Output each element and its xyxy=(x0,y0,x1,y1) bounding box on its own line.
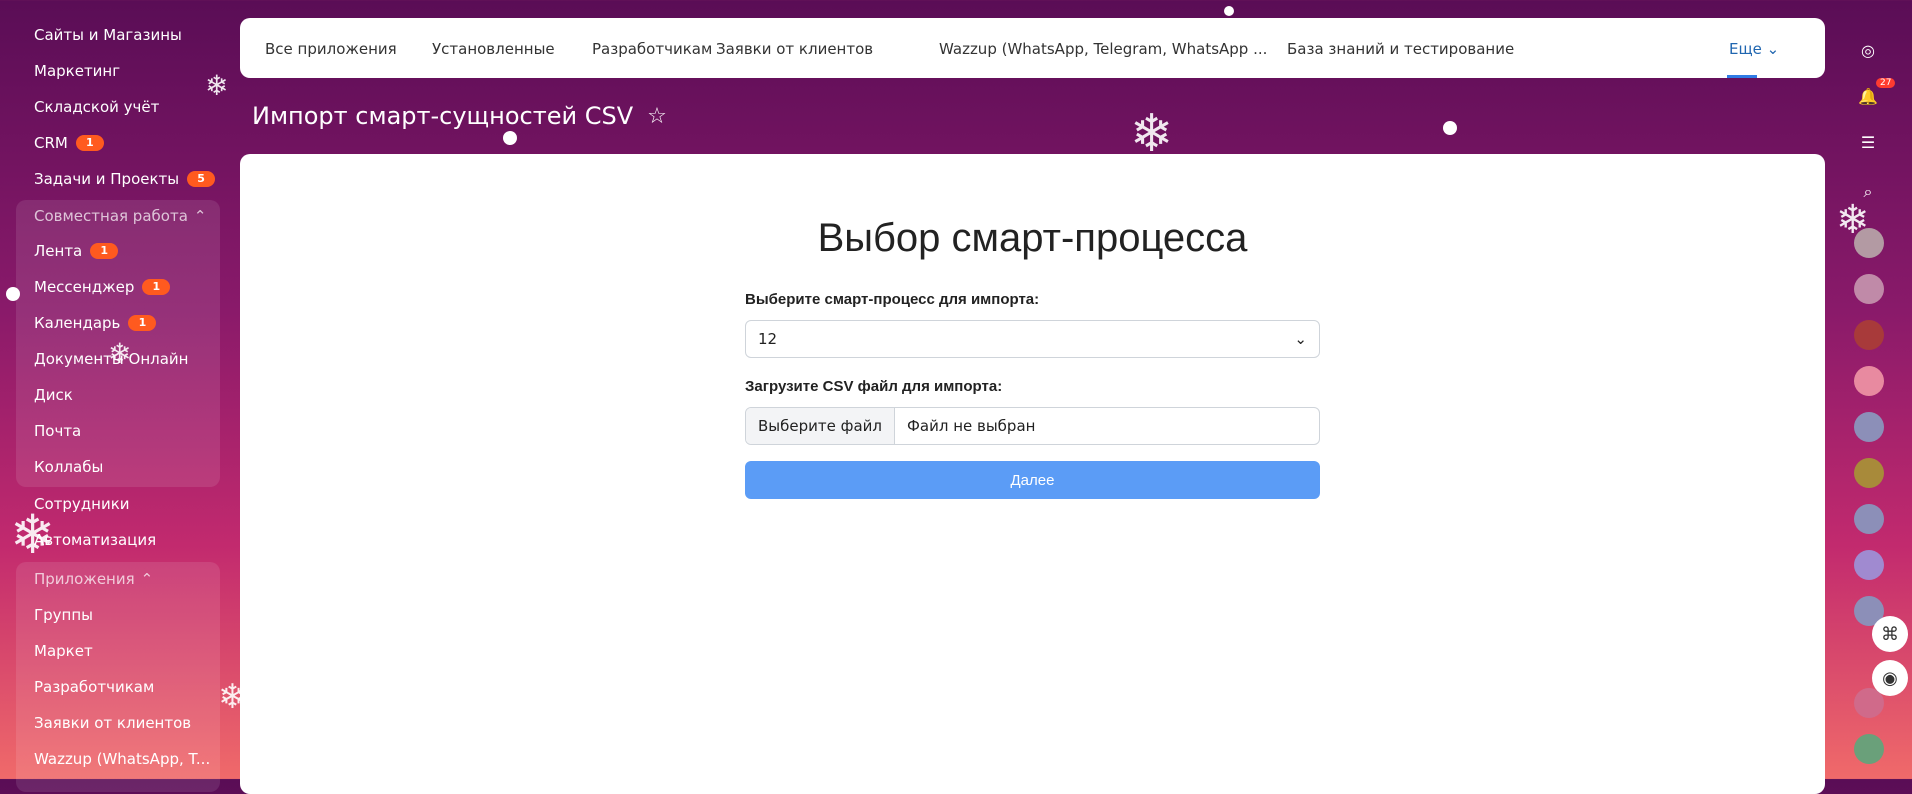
sidebar-section-apps[interactable]: Приложения ⌃ xyxy=(34,570,153,588)
file-status: Файл не выбран xyxy=(906,417,1036,435)
star-icon[interactable]: ☆ xyxy=(647,104,667,129)
sidebar-item-employees[interactable]: Сотрудники xyxy=(34,495,130,513)
sidebar-item-groups[interactable]: Группы xyxy=(34,606,93,624)
avatar[interactable] xyxy=(1854,228,1884,258)
csv-file-input[interactable]: Выберите файл Файл не выбран xyxy=(745,407,1320,445)
chevron-down-icon: ⌄ xyxy=(1766,40,1780,58)
notification-badge: 1 xyxy=(90,243,119,259)
left-sidebar: Сайты и Магазины Маркетинг Складской учё… xyxy=(0,0,232,792)
sidebar-item-automation[interactable]: Автоматизация xyxy=(34,531,156,549)
sidebar-item-marketing[interactable]: Маркетинг xyxy=(34,62,120,80)
avatar[interactable] xyxy=(1854,320,1884,350)
tab-all-apps[interactable]: Все приложения xyxy=(265,40,397,58)
avatar[interactable] xyxy=(1854,274,1884,304)
select-label: Выберите смарт-процесс для импорта: xyxy=(745,291,1040,308)
sidebar-item-crm[interactable]: CRM 1 xyxy=(34,134,104,152)
snow-dot xyxy=(503,131,517,145)
right-rail: ◎ 🔔 27 ☰ ⌕ ⌘ ◉ xyxy=(1835,0,1912,779)
avatar[interactable] xyxy=(1854,366,1884,396)
notification-badge: 1 xyxy=(142,279,171,295)
next-button[interactable]: Далее xyxy=(745,461,1320,499)
assistant-icon[interactable]: ◉ xyxy=(1872,660,1908,696)
select-value: 12 xyxy=(758,330,778,348)
file-label: Загрузите CSV файл для импорта: xyxy=(745,378,1003,395)
copilot-icon[interactable]: ◎ xyxy=(1852,34,1884,66)
sidebar-item-feed[interactable]: Лента 1 xyxy=(34,242,119,260)
tab-knowledge-base[interactable]: База знаний и тестирование xyxy=(1287,40,1514,58)
avatar[interactable] xyxy=(1854,458,1884,488)
tab-installed[interactable]: Установленные xyxy=(432,40,555,58)
phone-icon[interactable] xyxy=(1854,734,1884,764)
tab-client-requests[interactable]: Заявки от клиентов xyxy=(716,40,873,58)
app-tabs-bar: Все приложения Установленные Разработчик… xyxy=(240,18,1825,78)
sidebar-item-client-requests[interactable]: Заявки от клиентов xyxy=(34,714,191,732)
sidebar-item-disk[interactable]: Диск xyxy=(34,386,73,404)
notification-badge: 1 xyxy=(75,135,104,151)
sidebar-section-collaboration[interactable]: Совместная работа ⌃ xyxy=(34,207,206,225)
notifications-count: 27 xyxy=(1876,78,1896,88)
choose-file-button[interactable]: Выберите файл xyxy=(746,408,895,444)
notification-badge: 1 xyxy=(128,315,157,331)
import-form-card: Выбор смарт-процесса Выберите смарт-проц… xyxy=(240,154,1825,794)
sidebar-item-documents[interactable]: Документы Онлайн xyxy=(34,350,188,368)
phone-icon[interactable] xyxy=(1854,550,1884,580)
snow-dot xyxy=(1443,121,1457,135)
sidebar-item-mail[interactable]: Почта xyxy=(34,422,81,440)
chevron-up-icon: ⌃ xyxy=(193,207,207,225)
sidebar-item-sites[interactable]: Сайты и Магазины xyxy=(34,26,182,44)
notification-badge: 5 xyxy=(187,171,216,187)
sidebar-item-collabs[interactable]: Коллабы xyxy=(34,458,103,476)
sidebar-item-wazzup[interactable]: Wazzup (WhatsApp, T... xyxy=(34,750,210,768)
sidebar-item-calendar[interactable]: Календарь 1 xyxy=(34,314,157,332)
sidebar-item-warehouse[interactable]: Складской учёт xyxy=(34,98,159,116)
sidebar-item-messenger[interactable]: Мессенджер 1 xyxy=(34,278,171,296)
sidebar-item-tasks[interactable]: Задачи и Проекты 5 xyxy=(34,170,216,188)
chevron-up-icon: ⌃ xyxy=(140,570,154,588)
search-icon[interactable]: ⌕ xyxy=(1852,176,1884,208)
sidebar-item-market[interactable]: Маркет xyxy=(34,642,93,660)
tab-developers[interactable]: Разработчикам xyxy=(592,40,712,58)
page-title: Импорт смарт-сущностей CSV ☆ xyxy=(252,102,667,130)
tab-wazzup[interactable]: Wazzup (WhatsApp, Telegram, WhatsApp ... xyxy=(939,40,1267,58)
form-heading: Выбор смарт-процесса xyxy=(817,216,1248,260)
smart-process-select[interactable]: 12 ⌄ xyxy=(745,320,1320,358)
active-tab-indicator xyxy=(1727,75,1757,78)
chat-icon[interactable]: ☰ xyxy=(1852,126,1884,158)
chevron-down-icon: ⌄ xyxy=(1294,330,1307,348)
phone-icon[interactable] xyxy=(1854,504,1884,534)
tab-more[interactable]: Еще ⌄ xyxy=(1729,40,1779,58)
apps-grid-icon[interactable]: ⌘ xyxy=(1872,616,1908,652)
sidebar-item-developers[interactable]: Разработчикам xyxy=(34,678,154,696)
phone-icon[interactable] xyxy=(1854,412,1884,442)
snow-dot xyxy=(1224,6,1234,16)
snowflake-icon: ❄ xyxy=(1130,104,1174,164)
